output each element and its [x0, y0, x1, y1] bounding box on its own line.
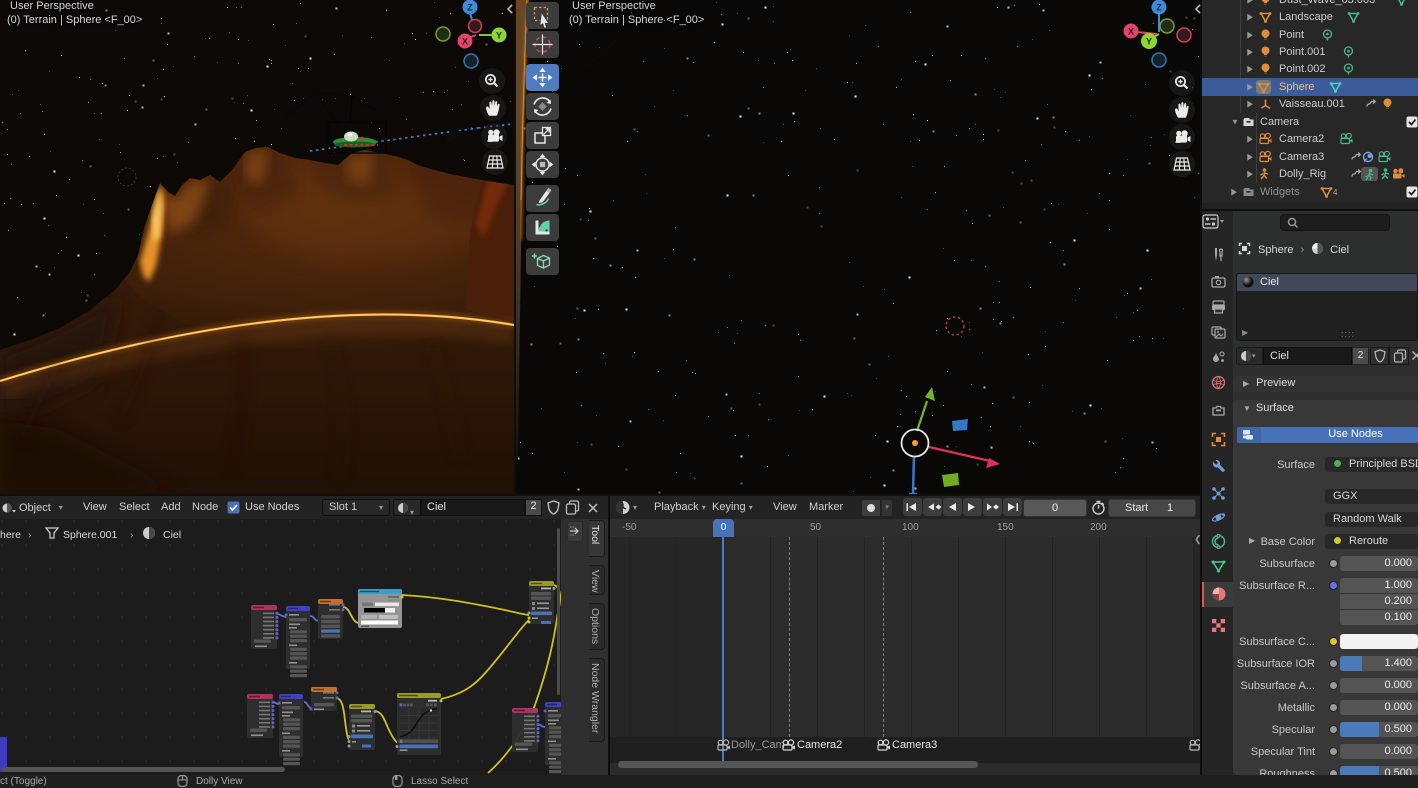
- svg-text:here: here: [0, 529, 21, 541]
- svg-text:X: X: [462, 37, 468, 47]
- svg-text:Z: Z: [467, 3, 473, 13]
- svg-text:Ciel: Ciel: [163, 529, 181, 541]
- svg-text:Y: Y: [496, 31, 502, 41]
- svg-text:›: ›: [130, 529, 134, 541]
- svg-text:Y: Y: [1146, 37, 1152, 47]
- svg-text:Z: Z: [1156, 3, 1162, 13]
- svg-text:›: ›: [28, 529, 32, 541]
- svg-text:Sphere.001: Sphere.001: [63, 529, 117, 541]
- svg-text:X: X: [1128, 27, 1134, 37]
